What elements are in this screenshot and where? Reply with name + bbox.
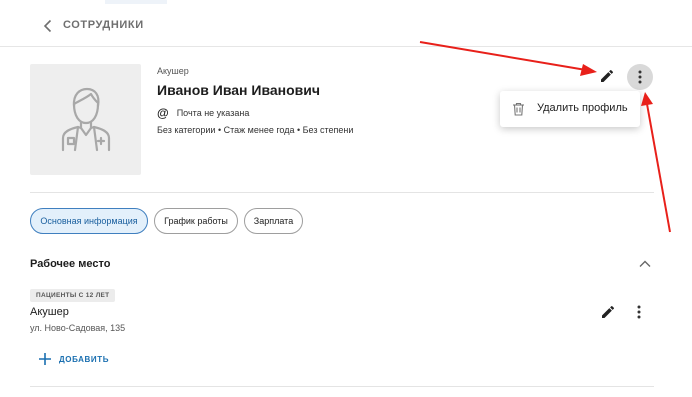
workplace-more-button[interactable] [628, 301, 650, 323]
profile-meta: Без категории • Стаж менее года • Без ст… [157, 125, 354, 135]
back-button[interactable] [40, 18, 56, 34]
add-workplace-button[interactable]: ДОБАВИТЬ [38, 352, 109, 366]
doctor-avatar-icon [61, 87, 111, 152]
page-header: СОТРУДНИКИ [0, 4, 692, 47]
more-vertical-icon [638, 70, 642, 84]
profile-role: Акушер [157, 66, 189, 76]
pencil-icon [602, 305, 615, 318]
profile-more-button[interactable] [627, 64, 653, 90]
trash-icon [513, 102, 524, 116]
section-title: Рабочее место [30, 258, 111, 270]
avatar [30, 64, 141, 175]
profile-menu: Удалить профиль [500, 91, 640, 127]
workplace-address: ул. Ново-Садовая, 135 [30, 323, 126, 333]
add-label: ДОБАВИТЬ [59, 354, 110, 364]
pencil-icon [601, 69, 614, 82]
email-row: @ Почта не указана [157, 106, 249, 120]
patients-age-badge: ПАЦИЕНТЫ С 12 ЛЕТ [30, 289, 116, 302]
delete-profile-label: Удалить профиль [537, 102, 628, 114]
collapse-button[interactable] [638, 257, 652, 271]
chevron-left-icon [43, 19, 52, 33]
more-vertical-icon [637, 305, 641, 319]
at-icon: @ [157, 106, 169, 120]
edit-profile-button[interactable] [599, 68, 615, 84]
divider [30, 192, 654, 193]
tab-salary[interactable]: Зарплата [244, 208, 303, 234]
tab-main-info[interactable]: Основная информация [30, 208, 148, 234]
breadcrumb[interactable]: СОТРУДНИКИ [63, 19, 144, 31]
workplace-position: Акушер [30, 306, 69, 318]
plus-icon [39, 353, 51, 365]
annotation-arrow [419, 41, 597, 76]
chevron-up-icon [639, 260, 651, 267]
email-text: Почта не указана [176, 108, 250, 118]
annotation-arrow [641, 92, 671, 233]
edit-workplace-button[interactable] [600, 304, 616, 320]
tab-schedule[interactable]: График работы [154, 208, 238, 234]
divider [30, 386, 654, 387]
delete-profile-menu-item[interactable]: Удалить профиль [500, 91, 640, 127]
annotation-arrows [419, 41, 671, 233]
profile-name: Иванов Иван Иванович [157, 82, 321, 98]
